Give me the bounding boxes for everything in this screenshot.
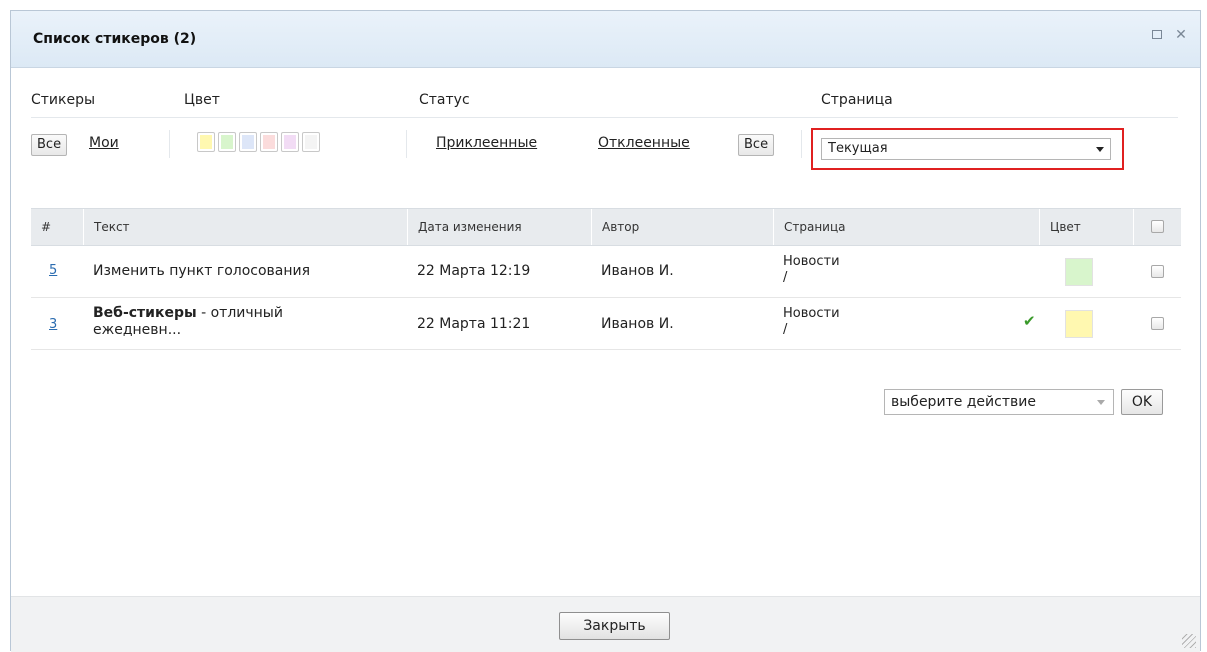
color-swatches [197, 132, 320, 152]
status-filter-label: Статус [419, 92, 470, 108]
filter-separator [169, 130, 170, 158]
stickers-all-button[interactable]: Все [31, 134, 68, 156]
sticker-date: 22 Марта 12:19 [417, 263, 531, 279]
page-select-value: Текущая [828, 141, 888, 156]
table-header: # Текст Дата изменения Автор Страница Цв… [31, 208, 1181, 246]
filter-separator [801, 130, 802, 158]
swatch-fill [242, 135, 254, 149]
sticker-page-path: / [783, 322, 788, 337]
color-swatch-green[interactable] [218, 132, 236, 152]
select-all-checkbox[interactable] [1151, 220, 1164, 233]
page-select-highlight: Текущая [811, 128, 1124, 170]
color-swatch-pink[interactable] [260, 132, 278, 152]
swatch-fill [221, 135, 233, 149]
dialog-title: Список стикеров (2) [33, 31, 197, 47]
color-swatch-purple[interactable] [281, 132, 299, 152]
table-row[interactable]: 5 Изменить пункт голосования 22 Марта 12… [31, 246, 1181, 298]
resize-handle-icon[interactable] [1182, 634, 1196, 648]
sticker-text-rest: Изменить пункт голосования [93, 263, 311, 279]
sticker-page-name: Новости [783, 306, 840, 321]
status-attached-link[interactable]: Приклеенные [436, 135, 537, 151]
sticker-text-bold: Веб-стикеры [93, 305, 197, 321]
page-filter-label: Страница [821, 92, 893, 108]
column-header-text[interactable]: Текст [83, 209, 130, 245]
row-checkbox[interactable] [1151, 265, 1164, 278]
sticker-page-name: Новости [783, 254, 840, 269]
attached-check-icon: ✔ [1023, 312, 1036, 330]
action-select[interactable]: выберите действие [884, 389, 1114, 415]
maximize-icon[interactable] [1150, 27, 1164, 43]
sticker-color-box [1065, 310, 1093, 338]
select-all-cell [1133, 209, 1181, 245]
filter-panel: Стикеры Цвет Статус Страница Все Мои При… [11, 68, 1200, 198]
sticker-date: 22 Марта 11:21 [417, 316, 531, 332]
swatch-fill [305, 135, 317, 149]
color-swatch-yellow[interactable] [197, 132, 215, 152]
status-detached-link[interactable]: Отклеенные [598, 135, 690, 151]
stickers-mine-link[interactable]: Мои [89, 135, 119, 151]
sticker-author: Иванов И. [601, 316, 674, 332]
sticker-text-rest: - отличный [196, 305, 283, 321]
status-all-button[interactable]: Все [738, 134, 775, 156]
column-header-color[interactable]: Цвет [1039, 209, 1081, 245]
table-row[interactable]: 3 Веб-стикеры - отличный ежедневн... 22 М… [31, 298, 1181, 350]
chevron-down-icon [1096, 147, 1104, 152]
stickers-filter-label: Стикеры [31, 92, 96, 108]
swatch-fill [284, 135, 296, 149]
sticker-author: Иванов И. [601, 263, 674, 279]
swatch-fill [263, 135, 275, 149]
sticker-page-path: / [783, 270, 788, 285]
swatch-fill [200, 135, 212, 149]
close-button[interactable]: Закрыть [559, 612, 670, 640]
filter-divider [31, 117, 1178, 118]
column-header-date[interactable]: Дата изменения [407, 209, 522, 245]
sticker-text-line2: ежедневн... [93, 322, 182, 338]
column-header-number[interactable]: # [31, 209, 79, 245]
color-swatch-blue[interactable] [239, 132, 257, 152]
ok-button[interactable]: OK [1121, 389, 1163, 415]
sticker-text: Веб-стикеры - отличный ежедневн... [93, 305, 283, 339]
sticker-text: Изменить пункт голосования [93, 263, 310, 279]
row-checkbox[interactable] [1151, 317, 1164, 330]
page-select[interactable]: Текущая [821, 138, 1111, 160]
chevron-down-icon [1097, 400, 1105, 405]
stickers-dialog: Список стикеров (2) ✕ Стикеры Цвет Стату… [10, 10, 1201, 652]
dialog-titlebar[interactable]: Список стикеров (2) ✕ [11, 11, 1200, 68]
close-icon[interactable]: ✕ [1174, 27, 1188, 43]
stickers-table: # Текст Дата изменения Автор Страница Цв… [31, 208, 1181, 350]
color-swatch-gray[interactable] [302, 132, 320, 152]
color-filter-label: Цвет [184, 92, 220, 108]
sticker-id-link[interactable]: 3 [49, 317, 57, 332]
sticker-id-link[interactable]: 5 [49, 263, 57, 278]
sticker-page: Новости / [783, 306, 840, 338]
dialog-footer: Закрыть [11, 596, 1200, 652]
filter-separator [406, 130, 407, 158]
sticker-color-box [1065, 258, 1093, 286]
column-header-author[interactable]: Автор [591, 209, 639, 245]
sticker-page: Новости / [783, 254, 840, 286]
action-select-value: выберите действие [891, 394, 1036, 410]
column-header-page[interactable]: Страница [773, 209, 846, 245]
